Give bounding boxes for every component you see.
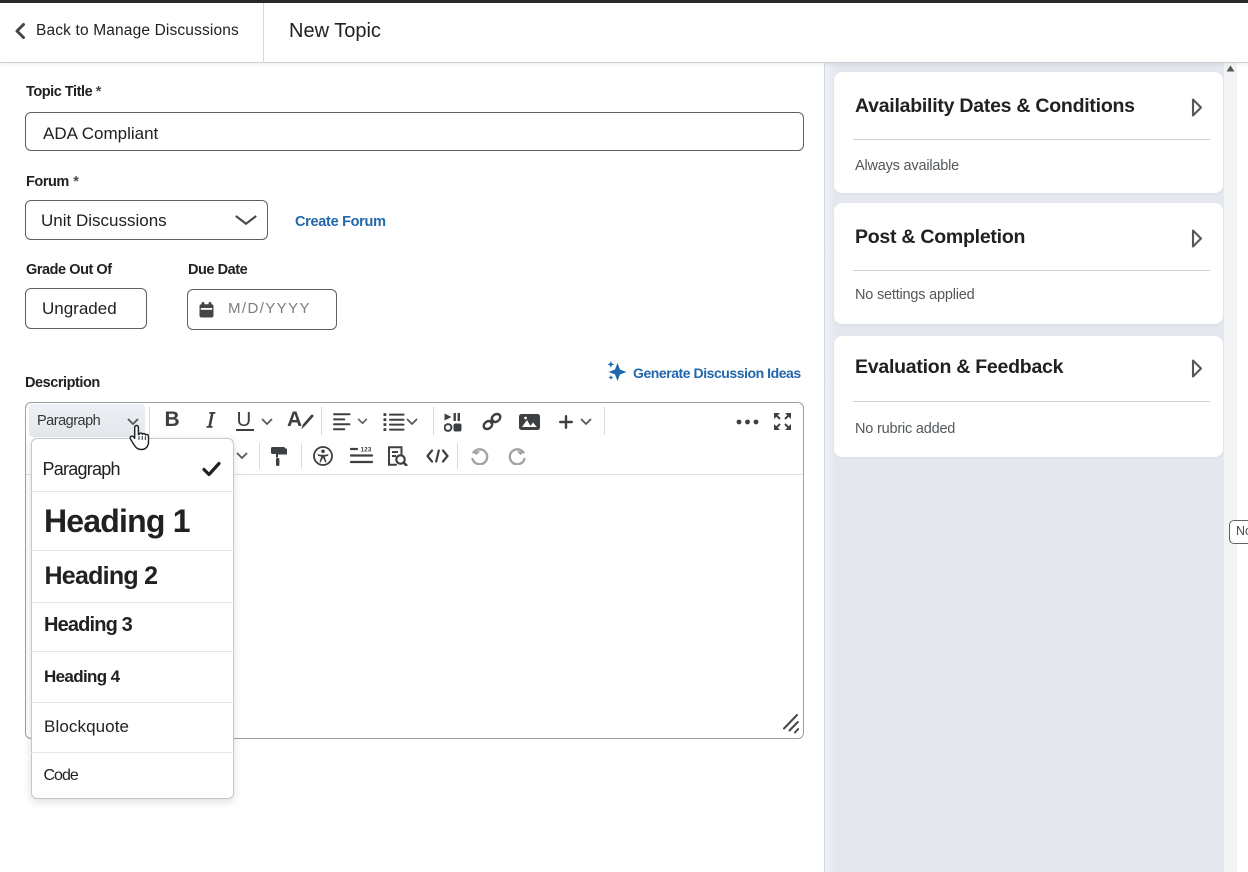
svg-text:123: 123 [361, 447, 372, 454]
